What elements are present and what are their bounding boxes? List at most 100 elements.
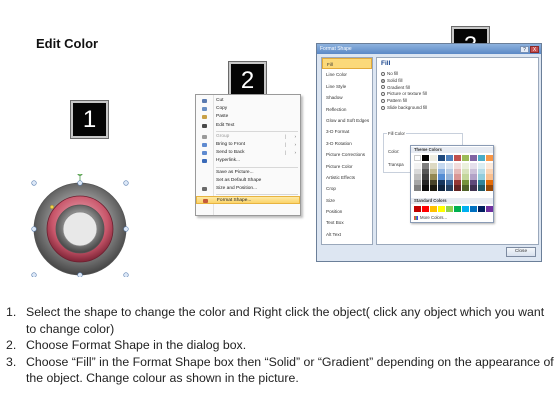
- color-label: Color:: [388, 149, 400, 154]
- color-swatch[interactable]: [454, 155, 461, 161]
- color-swatch[interactable]: [478, 206, 485, 212]
- menu-item-label: Edit Text: [216, 122, 235, 128]
- menu-item[interactable]: Cut: [196, 97, 300, 105]
- color-swatch[interactable]: [486, 206, 493, 212]
- menu-item[interactable]: Format Shape...: [196, 196, 300, 205]
- palette-icon: [414, 215, 418, 220]
- color-swatch[interactable]: [446, 206, 453, 212]
- color-swatch[interactable]: [454, 185, 461, 191]
- color-swatch-popup: Theme Colors Standard Colors More Colors…: [410, 145, 494, 223]
- size-icon: [202, 186, 207, 191]
- menu-item-label: Copy: [216, 106, 228, 112]
- context-menu: Cut Copy Paste Edit Text Group | › Bring to Fro…: [195, 94, 301, 216]
- color-swatch[interactable]: [462, 206, 469, 212]
- instruction-number: 2.: [6, 338, 17, 353]
- menu-item[interactable]: Bring to Front | ›: [196, 141, 300, 149]
- instruction-text: Select the shape to change the color and…: [26, 305, 545, 336]
- menu-item[interactable]: Save as Picture...: [196, 169, 300, 177]
- color-swatch[interactable]: [414, 155, 421, 161]
- dialog-close-button[interactable]: Close: [506, 247, 536, 257]
- nav-item[interactable]: Line Style: [322, 81, 372, 92]
- fill-option-radio[interactable]: Solid fill: [381, 78, 403, 84]
- menu-item-label: Cut: [216, 98, 224, 103]
- more-colors-link[interactable]: More Colors...: [414, 215, 447, 220]
- nav-item[interactable]: 3-D Format: [322, 126, 372, 137]
- color-swatch[interactable]: [422, 206, 429, 212]
- menu-item[interactable]: Paste: [196, 113, 300, 121]
- fill-option-label: Picture or texture fill: [387, 91, 427, 97]
- nav-item[interactable]: Picture Color: [322, 161, 372, 172]
- color-swatch[interactable]: [470, 155, 477, 161]
- dialog-nav-list: Fill Line Color Line Style Shadow Reflection…: [321, 57, 373, 245]
- adjust-handle: [49, 204, 55, 210]
- nav-item[interactable]: Artistic Effects: [322, 172, 372, 183]
- menu-item[interactable]: Send to Back | ›: [196, 149, 300, 157]
- nav-item[interactable]: Reflection: [322, 104, 372, 115]
- color-swatch[interactable]: [422, 155, 429, 161]
- nav-item[interactable]: Picture Corrections: [322, 149, 372, 160]
- color-swatch[interactable]: [454, 206, 461, 212]
- color-swatch[interactable]: [478, 155, 485, 161]
- menu-item[interactable]: Edit Text: [196, 122, 300, 130]
- menu-item[interactable]: Set as Default Shape: [196, 177, 300, 185]
- color-swatch[interactable]: [486, 155, 493, 161]
- menu-item-label: Set as Default Shape: [216, 177, 262, 183]
- nav-item[interactable]: Fill: [322, 58, 372, 70]
- fill-option-radio[interactable]: Picture or texture fill: [381, 91, 427, 97]
- menu-item-label: Save as Picture...: [216, 169, 254, 175]
- color-swatch[interactable]: [438, 206, 445, 212]
- instruction-item: 1. Select the shape to change the color a…: [6, 304, 554, 337]
- fill-option-radio[interactable]: Pattern fill: [381, 98, 407, 104]
- instructions-list: 1. Select the shape to change the color a…: [6, 304, 554, 387]
- menu-item[interactable]: Hyperlink...: [196, 157, 300, 165]
- instruction-item: 3. Choose “Fill” in the Format Shape box …: [6, 354, 554, 387]
- color-swatch[interactable]: [430, 206, 437, 212]
- more-colors-label: More Colors...: [420, 215, 447, 220]
- nav-item[interactable]: Position: [322, 206, 372, 217]
- nav-item[interactable]: Alt Text: [322, 229, 372, 240]
- fill-option-radio[interactable]: Gradient fill: [381, 85, 410, 91]
- menu-item[interactable]: Size and Position...: [196, 185, 300, 193]
- help-button[interactable]: ?: [520, 46, 529, 53]
- theme-color-column: [438, 155, 445, 191]
- color-swatch[interactable]: [470, 206, 477, 212]
- menu-item[interactable]: Group | ›: [196, 133, 300, 141]
- color-swatch[interactable]: [430, 185, 437, 191]
- nav-item[interactable]: Shadow: [322, 92, 372, 103]
- radio-dot-icon: [381, 105, 385, 110]
- close-x-button[interactable]: X: [530, 46, 539, 53]
- color-swatch[interactable]: [414, 185, 421, 191]
- menu-item[interactable]: Copy: [196, 105, 300, 113]
- rotation-handle: [77, 174, 83, 176]
- nav-item[interactable]: Glow and Soft Edges: [322, 115, 372, 126]
- color-swatch[interactable]: [446, 185, 453, 191]
- nav-item[interactable]: Text Box: [322, 217, 372, 228]
- format-shape-icon: [203, 199, 208, 204]
- selected-ring-shape[interactable]: [28, 174, 132, 277]
- submenu-divider-icon: |: [284, 150, 286, 156]
- color-swatch[interactable]: [438, 155, 445, 161]
- theme-color-column: [486, 155, 493, 191]
- color-swatch[interactable]: [414, 206, 421, 212]
- nav-item[interactable]: Line Color: [322, 69, 372, 80]
- color-swatch[interactable]: [478, 185, 485, 191]
- color-swatch[interactable]: [462, 155, 469, 161]
- color-swatch[interactable]: [422, 185, 429, 191]
- radio-dot-icon: [381, 71, 385, 76]
- fill-option-label: Pattern fill: [387, 98, 408, 104]
- color-swatch[interactable]: [486, 185, 493, 191]
- radio-dot-icon: [381, 99, 385, 103]
- nav-item[interactable]: 3-D Rotation: [322, 138, 372, 149]
- color-swatch[interactable]: [462, 185, 469, 191]
- fill-option-radio[interactable]: No fill: [381, 71, 398, 77]
- dialog-titlebar[interactable]: Format Shape ? X: [317, 44, 541, 54]
- color-swatch[interactable]: [438, 185, 445, 191]
- nav-item[interactable]: Crop: [322, 183, 372, 194]
- color-swatch[interactable]: [470, 185, 477, 191]
- fill-option-radio[interactable]: Slide background fill: [381, 105, 427, 111]
- theme-color-column: [470, 155, 477, 191]
- color-swatch[interactable]: [446, 155, 453, 161]
- chevron-right-icon: ›: [294, 133, 297, 139]
- nav-item[interactable]: Size: [322, 195, 372, 206]
- color-swatch[interactable]: [430, 155, 437, 161]
